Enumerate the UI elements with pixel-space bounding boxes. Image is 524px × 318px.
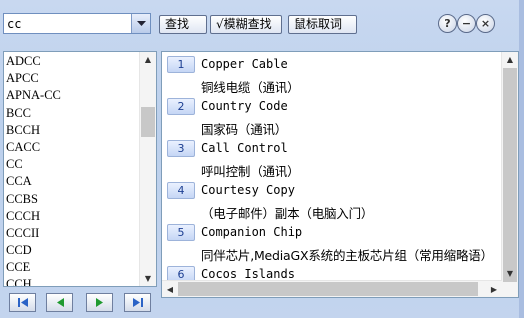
search-combobox[interactable] xyxy=(3,13,151,34)
help-icon[interactable]: ? xyxy=(438,14,457,33)
result-number: 4 xyxy=(167,182,195,199)
result-english: Country Code xyxy=(201,99,288,113)
result-english: Copper Cable xyxy=(201,57,288,71)
word-list-scrollbar[interactable]: ▲ ▼ xyxy=(139,52,156,286)
result-english: Courtesy Copy xyxy=(201,183,295,197)
dictionary-window: 查找 √模糊查找 鼠标取词 ? − × ADCCAPCCAPNA-CCBCCBC… xyxy=(0,0,524,318)
result-number: 1 xyxy=(167,56,195,73)
list-item[interactable]: CCBS xyxy=(5,191,139,208)
list-item[interactable]: CCD xyxy=(5,242,139,259)
close-icon[interactable]: × xyxy=(476,14,495,33)
scroll-left-icon[interactable]: ◀ xyxy=(162,281,178,297)
list-item[interactable]: CCA xyxy=(5,173,139,190)
first-button[interactable] xyxy=(9,293,36,312)
hscroll-thumb[interactable] xyxy=(178,282,478,296)
list-item[interactable]: BCC xyxy=(5,105,139,122)
list-item[interactable]: CC xyxy=(5,156,139,173)
last-icon xyxy=(132,298,143,307)
result-number: 2 xyxy=(167,98,195,115)
last-button[interactable] xyxy=(124,293,151,312)
prev-button[interactable] xyxy=(46,293,73,312)
list-item[interactable]: ADCC xyxy=(5,53,139,70)
search-button[interactable]: 查找 xyxy=(159,15,207,34)
scroll-up-icon[interactable]: ▲ xyxy=(502,52,518,67)
results-scrollbar[interactable]: ▲ ▼ xyxy=(501,52,518,297)
result-entry[interactable]: 1 Copper Cable 铜线电缆（通讯） xyxy=(162,52,501,95)
scroll-down-icon[interactable]: ▼ xyxy=(502,266,518,281)
search-input[interactable] xyxy=(7,16,131,31)
prev-icon xyxy=(56,298,64,307)
next-button[interactable] xyxy=(86,293,113,312)
scroll-thumb[interactable] xyxy=(141,107,155,137)
list-item[interactable]: APNA-CC xyxy=(5,87,139,104)
list-item[interactable]: CCCH xyxy=(5,208,139,225)
minimize-icon[interactable]: − xyxy=(457,14,476,33)
next-icon xyxy=(95,298,103,307)
result-english: Call Control xyxy=(201,141,288,155)
result-number: 3 xyxy=(167,140,195,157)
list-item[interactable]: APCC xyxy=(5,70,139,87)
chevron-down-icon xyxy=(136,20,146,26)
list-item[interactable]: BCCH xyxy=(5,122,139,139)
first-icon xyxy=(17,298,28,307)
results-panel[interactable]: 1 Copper Cable 铜线电缆（通讯） 2 Country Code 国家码（通讯… xyxy=(161,51,519,298)
result-number: 5 xyxy=(167,224,195,241)
list-item[interactable]: CCCII xyxy=(5,225,139,242)
list-item[interactable]: CCH xyxy=(5,276,139,286)
result-entry[interactable]: 3 Call Control 呼叫控制（通讯） xyxy=(162,136,501,179)
scroll-right-icon[interactable]: ▶ xyxy=(486,281,502,297)
result-entry[interactable]: 4 Courtesy Copy （电子邮件）副本（电脑入门） xyxy=(162,178,501,221)
results-hscrollbar[interactable]: ◀ ▶ xyxy=(162,280,502,297)
scroll-up-icon[interactable]: ▲ xyxy=(140,52,156,67)
scroll-thumb[interactable] xyxy=(503,68,517,282)
result-english: Companion Chip xyxy=(201,225,303,239)
dropdown-button[interactable] xyxy=(131,14,150,33)
nav-bar xyxy=(3,291,157,315)
list-item[interactable]: CACC xyxy=(5,139,139,156)
word-list[interactable]: ADCC APCC APNA-CC BCC BCCH CACC CC CCA CCBS CCCH C… xyxy=(3,51,157,287)
list-item[interactable]: CCE xyxy=(5,259,139,276)
fuzzy-search-button[interactable]: √模糊查找 xyxy=(210,15,282,34)
mouse-capture-button[interactable]: 鼠标取词 xyxy=(288,15,357,34)
result-entry[interactable]: 5 Companion Chip 同伴芯片,MediaGX系统的主板芯片组（常用缩略… xyxy=(162,220,501,263)
scroll-down-icon[interactable]: ▼ xyxy=(140,271,156,286)
result-entry[interactable]: 2 Country Code 国家码（通讯） xyxy=(162,94,501,137)
window-edge xyxy=(519,0,524,318)
result-english: Cocos Islands xyxy=(201,267,295,281)
